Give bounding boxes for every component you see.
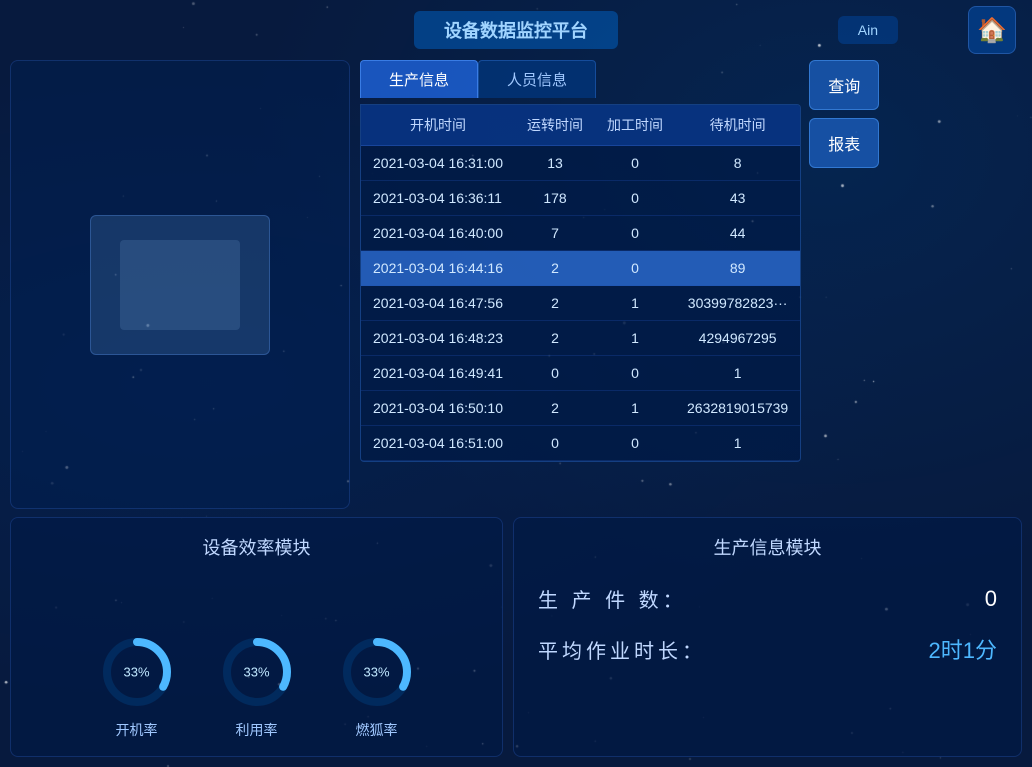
gauge-startup-label: 开机率 [116, 720, 158, 740]
col-header-standby: 待机时间 [675, 105, 800, 146]
gauge-startup-value: 33% [123, 665, 149, 680]
cell-run: 0 [515, 356, 595, 391]
cell-time: 2021-03-04 16:47:56 [361, 286, 515, 321]
cell-run: 2 [515, 391, 595, 426]
table-row[interactable]: 2021-03-04 16:47:56 2 1 30399782823··· [361, 286, 800, 321]
cell-standby: 44 [675, 216, 800, 251]
device-image-inner [120, 240, 240, 330]
gauge-utilization-label: 利用率 [236, 720, 278, 740]
cell-process: 0 [595, 251, 675, 286]
efficiency-module: 设备效率模块 33% 开机率 [10, 517, 503, 757]
gauge-fuel-label: 燃狐率 [356, 720, 398, 740]
cell-run: 2 [515, 321, 595, 356]
cell-run: 0 [515, 426, 595, 461]
cell-standby: 1 [675, 426, 800, 461]
cell-process: 1 [595, 391, 675, 426]
cell-process: 0 [595, 356, 675, 391]
production-time-label: 平均作业时长： [538, 635, 706, 664]
cell-process: 0 [595, 146, 675, 181]
production-count-value: 0 [985, 586, 997, 612]
cell-run: 7 [515, 216, 595, 251]
cell-time: 2021-03-04 16:51:00 [361, 426, 515, 461]
cell-process: 0 [595, 181, 675, 216]
col-header-run: 运转时间 [515, 105, 595, 146]
production-time-value: 2时1分 [929, 633, 997, 665]
header-title: 设备数据监控平台 [414, 11, 618, 49]
cell-standby: 8 [675, 146, 800, 181]
cell-time: 2021-03-04 16:50:10 [361, 391, 515, 426]
report-button[interactable]: 报表 [809, 118, 879, 168]
table-row[interactable]: 2021-03-04 16:44:16 2 0 89 [361, 251, 800, 286]
cell-process: 0 [595, 216, 675, 251]
production-count-label: 生 产 件 数： [538, 584, 687, 613]
cell-standby: 43 [675, 181, 800, 216]
cell-run: 2 [515, 286, 595, 321]
cell-run: 178 [515, 181, 595, 216]
cell-time: 2021-03-04 16:31:00 [361, 146, 515, 181]
table-row[interactable]: 2021-03-04 16:48:23 2 1 4294967295 [361, 321, 800, 356]
header: 设备数据监控平台 Ain 🏠 [0, 0, 1032, 60]
gauge-startup-circle: 33% [97, 632, 177, 712]
cell-time: 2021-03-04 16:40:00 [361, 216, 515, 251]
cell-standby: 2632819015739 [675, 391, 800, 426]
table-row[interactable]: 2021-03-04 16:31:00 13 0 8 [361, 146, 800, 181]
data-table: 开机时间 运转时间 加工时间 待机时间 2021-03-04 16:31:00 … [360, 104, 801, 462]
cell-time: 2021-03-04 16:36:11 [361, 181, 515, 216]
production-module-title: 生产信息模块 [538, 534, 997, 560]
table-row[interactable]: 2021-03-04 16:50:10 2 1 2632819015739 [361, 391, 800, 426]
gauge-utilization-circle: 33% [217, 632, 297, 712]
tabs-header: 生产信息 人员信息 [360, 60, 801, 98]
cell-standby: 30399782823··· [675, 286, 800, 321]
production-module: 生产信息模块 生 产 件 数： 0 平均作业时长： 2时1分 [513, 517, 1022, 757]
bottom-section: 设备效率模块 33% 开机率 [10, 517, 1022, 757]
action-buttons: 查询 报表 [809, 60, 879, 168]
home-icon: 🏠 [977, 16, 1007, 45]
right-panel: 生产信息 人员信息 开机时间 运转时间 加工时间 [360, 60, 801, 462]
gauge-fuel-circle: 33% [337, 632, 417, 712]
cell-process: 0 [595, 426, 675, 461]
main-content: 生产信息 人员信息 开机时间 运转时间 加工时间 [0, 60, 1032, 509]
query-button[interactable]: 查询 [809, 60, 879, 110]
cell-run: 2 [515, 251, 595, 286]
cell-run: 13 [515, 146, 595, 181]
table-row[interactable]: 2021-03-04 16:49:41 0 0 1 [361, 356, 800, 391]
production-count-row: 生 产 件 数： 0 [538, 584, 997, 613]
gauge-utilization: 33% 利用率 [217, 632, 297, 740]
cell-standby: 1 [675, 356, 800, 391]
cell-standby: 4294967295 [675, 321, 800, 356]
tab-personnel[interactable]: 人员信息 [478, 60, 596, 98]
gauge-utilization-value: 33% [243, 665, 269, 680]
gauge-startup: 33% 开机率 [97, 632, 177, 740]
cell-time: 2021-03-04 16:49:41 [361, 356, 515, 391]
cell-standby: 89 [675, 251, 800, 286]
cell-process: 1 [595, 286, 675, 321]
table-row[interactable]: 2021-03-04 16:36:11 178 0 43 [361, 181, 800, 216]
cell-time: 2021-03-04 16:44:16 [361, 251, 515, 286]
cell-process: 1 [595, 321, 675, 356]
device-image [90, 215, 270, 355]
header-right-info: Ain [838, 16, 898, 44]
gauge-fuel: 33% 燃狐率 [337, 632, 417, 740]
col-header-process: 加工时间 [595, 105, 675, 146]
gauges-row: 33% 开机率 33% 利用率 [97, 580, 417, 740]
table-header-row: 开机时间 运转时间 加工时间 待机时间 [361, 105, 800, 146]
right-area: 生产信息 人员信息 开机时间 运转时间 加工时间 [360, 60, 879, 509]
home-button[interactable]: 🏠 [968, 6, 1016, 54]
tab-production[interactable]: 生产信息 [360, 60, 478, 98]
table-row[interactable]: 2021-03-04 16:51:00 0 0 1 [361, 426, 800, 461]
table-row[interactable]: 2021-03-04 16:40:00 7 0 44 [361, 216, 800, 251]
cell-time: 2021-03-04 16:48:23 [361, 321, 515, 356]
production-time-row: 平均作业时长： 2时1分 [538, 633, 997, 665]
efficiency-title: 设备效率模块 [203, 534, 311, 560]
col-header-time: 开机时间 [361, 105, 515, 146]
gauge-fuel-value: 33% [363, 665, 389, 680]
left-panel [10, 60, 350, 509]
